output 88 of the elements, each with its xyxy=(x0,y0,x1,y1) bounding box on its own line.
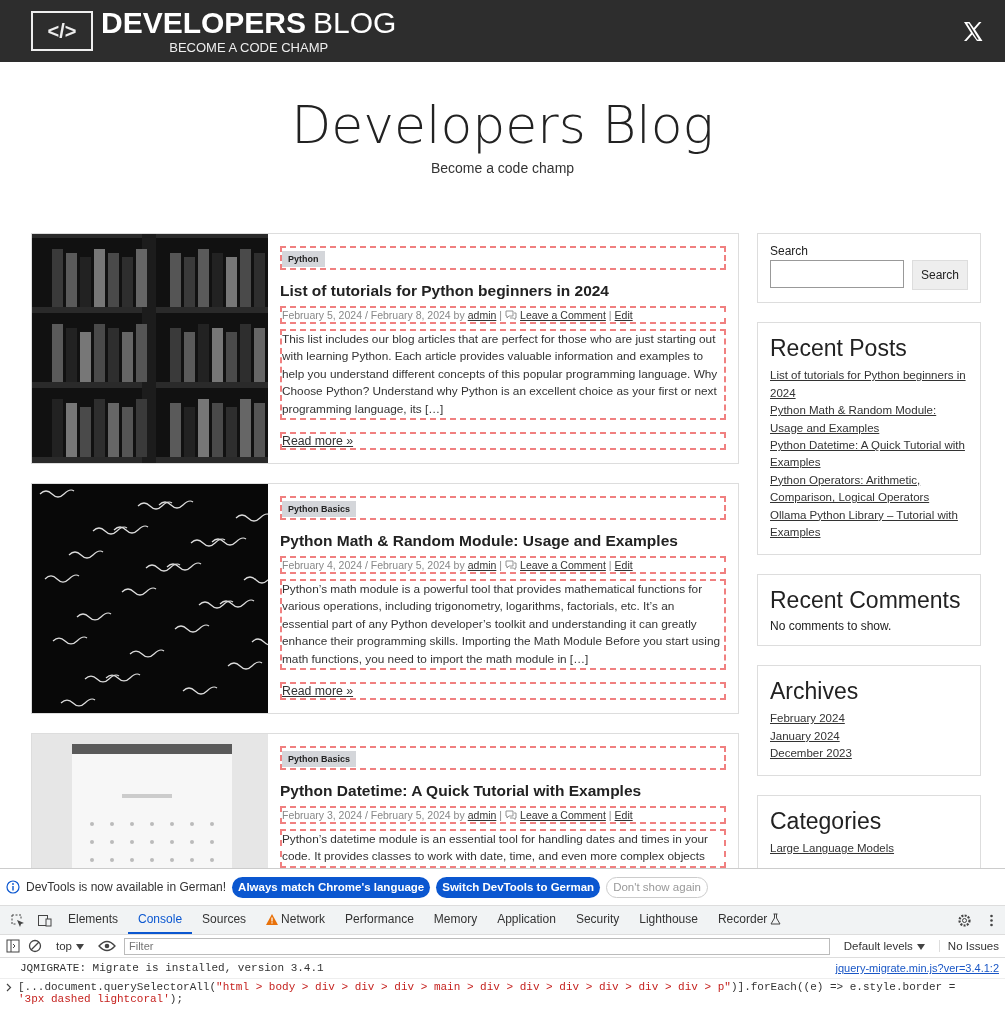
settings-icon[interactable] xyxy=(957,912,972,928)
comment-link[interactable]: Leave a Comment xyxy=(520,309,606,321)
author-link[interactable]: admin xyxy=(467,559,497,571)
info-icon xyxy=(6,880,20,894)
source-link[interactable]: jquery-migrate.min.js?ver=3.4.1:2 xyxy=(835,962,999,974)
post-excerpt: Python’s math module is a powerful tool that provides mathematical functions for various operations, including trigonometry, logarithms, factorials, etc. It’s an essential part of any Python developer’s toolkit and understanding it can greatly enhance their programming skills. Importing the Math Module Before you start using math functions, you need to import the math module in […] xyxy=(280,579,726,671)
post-title[interactable]: Python Datetime: A Quick Tutorial with Examples xyxy=(280,782,642,800)
devtools-tab[interactable]: Security xyxy=(565,906,630,934)
devtools-tab[interactable]: Application xyxy=(487,906,566,934)
eye-icon[interactable] xyxy=(98,940,116,952)
widget-link[interactable]: Python Math & Random Module: Usage and Examples xyxy=(770,402,968,438)
post-title[interactable]: Python Math & Random Module: Usage and Examples xyxy=(280,532,678,550)
post-excerpt: This list includes our blog articles that are perfect for those who are just starting out with learning Python. Each article provides valuable information and examples to help you understand different concepts of this popular programming language. Why Choose Python? Understand why Python is an excellent choice as your first or next programming language, its […] xyxy=(280,329,726,421)
widget-link[interactable]: Ollama Python Library – Tutorial with Examples xyxy=(770,506,968,542)
info-message: DevTools is now available in German! xyxy=(26,880,227,894)
brand-tagline: BECOME A CODE CHAMP xyxy=(169,41,329,54)
widget-link[interactable]: February 2024 xyxy=(770,710,968,728)
post-excerpt: Python’s datetime module is an essential tool for handling dates and times in your code. It provides classes to work with date, time, and even more complex objects xyxy=(280,829,726,868)
widget-link[interactable]: December 2023 xyxy=(770,745,968,763)
comment-icon xyxy=(505,560,518,570)
console-command-text: [...document.querySelectorAll("html > body > div > div > div > main > div > div > div > div > div > div > p")].forEach((e) => e.style.border = '3px dashed lightcoral'); xyxy=(18,981,957,1005)
widget-title: Archives xyxy=(770,677,859,705)
devtools-tab[interactable]: Sources xyxy=(192,906,257,934)
read-more-link[interactable]: Read more » xyxy=(282,434,354,449)
comment-icon xyxy=(505,810,518,820)
comment-link[interactable]: Leave a Comment xyxy=(520,809,606,821)
filter-field[interactable]: Filter xyxy=(124,937,830,955)
devtools-tab[interactable]: Console xyxy=(128,906,193,934)
site-tagline: Become a code champ xyxy=(430,160,575,177)
author-link[interactable]: admin xyxy=(467,809,497,821)
device-icon[interactable] xyxy=(37,912,52,928)
edit-link[interactable]: Edit xyxy=(614,559,633,571)
clear-icon[interactable] xyxy=(28,939,42,953)
category-tag[interactable]: Python Basics xyxy=(282,751,357,767)
post-dates: February 5, 2024 / February 8, 2024 by xyxy=(282,309,465,321)
caret-icon xyxy=(76,944,84,950)
brand-name: DEVELOPERS xyxy=(101,8,307,38)
brand-name: BLOG xyxy=(313,8,397,38)
edit-link[interactable]: Edit xyxy=(614,809,633,821)
infobar-button[interactable]: Switch DevTools to German xyxy=(436,876,601,898)
widget-link[interactable]: Python Operators: Arithmetic, Comparison, Logical Operators xyxy=(770,471,968,507)
category-tag[interactable]: Python Basics xyxy=(282,501,357,517)
caret-icon xyxy=(916,944,925,950)
comment-icon xyxy=(505,310,518,320)
x-icon[interactable] xyxy=(963,21,983,41)
widget-title: Categories xyxy=(770,807,882,835)
separator: | xyxy=(499,559,503,571)
post-title[interactable]: List of tutorials for Python beginners in 2024 xyxy=(280,282,609,300)
prompt-icon xyxy=(6,983,12,992)
warning-icon xyxy=(266,913,279,925)
devtools-tab[interactable]: Performance xyxy=(335,906,424,934)
search-button[interactable]: Search xyxy=(912,260,969,290)
widget-title: Recent Comments xyxy=(770,586,961,613)
widget-text: No comments to show. xyxy=(770,618,893,633)
site-title: Developers Blog xyxy=(291,94,714,157)
flask-icon xyxy=(770,913,782,925)
logo-mark: </> xyxy=(31,11,93,51)
category-tag[interactable]: Python xyxy=(282,251,325,267)
levels-dropdown[interactable]: Default levels xyxy=(837,939,931,953)
comment-link[interactable]: Leave a Comment xyxy=(520,559,606,571)
read-more-link[interactable]: Read more » xyxy=(282,684,354,699)
devtools-tab[interactable]: Elements xyxy=(58,906,129,934)
widget-link[interactable]: List of tutorials for Python beginners in 2024 xyxy=(770,367,968,403)
post-dates: February 4, 2024 / February 5, 2024 by xyxy=(282,559,465,571)
search-label: Search xyxy=(770,244,810,258)
infobar-button[interactable]: Always match Chrome's language xyxy=(232,876,431,898)
widget-link[interactable]: Python Datetime: A Quick Tutorial with Examples xyxy=(770,437,968,472)
author-link[interactable]: admin xyxy=(467,309,497,321)
sidebar-toggle-icon[interactable] xyxy=(6,939,20,953)
devtools-tab[interactable]: Memory xyxy=(423,906,488,934)
widget-link[interactable]: Large Language Models xyxy=(770,840,968,858)
issues-status[interactable]: No Issues xyxy=(938,940,999,952)
separator: | xyxy=(608,559,612,571)
devtools-tab[interactable]: Network xyxy=(256,906,336,934)
console-message: JQMIGRATE: Migrate is installed, version 3.4.1 xyxy=(20,962,324,974)
edit-link[interactable]: Edit xyxy=(614,309,633,321)
context-dropdown[interactable]: top xyxy=(50,939,90,953)
devtools-tab[interactable]: Lighthouse xyxy=(629,906,708,934)
separator: | xyxy=(608,309,612,321)
search-field[interactable] xyxy=(770,260,904,288)
post-dates: February 3, 2024 / February 5, 2024 by xyxy=(282,809,465,821)
separator: | xyxy=(499,309,503,321)
devtools-tab[interactable]: Recorder xyxy=(707,906,792,934)
inspect-icon[interactable] xyxy=(10,912,25,928)
widget-title: Recent Posts xyxy=(770,335,907,362)
separator: | xyxy=(608,809,612,821)
widget-link[interactable]: January 2024 xyxy=(770,727,968,746)
separator: | xyxy=(499,809,503,821)
